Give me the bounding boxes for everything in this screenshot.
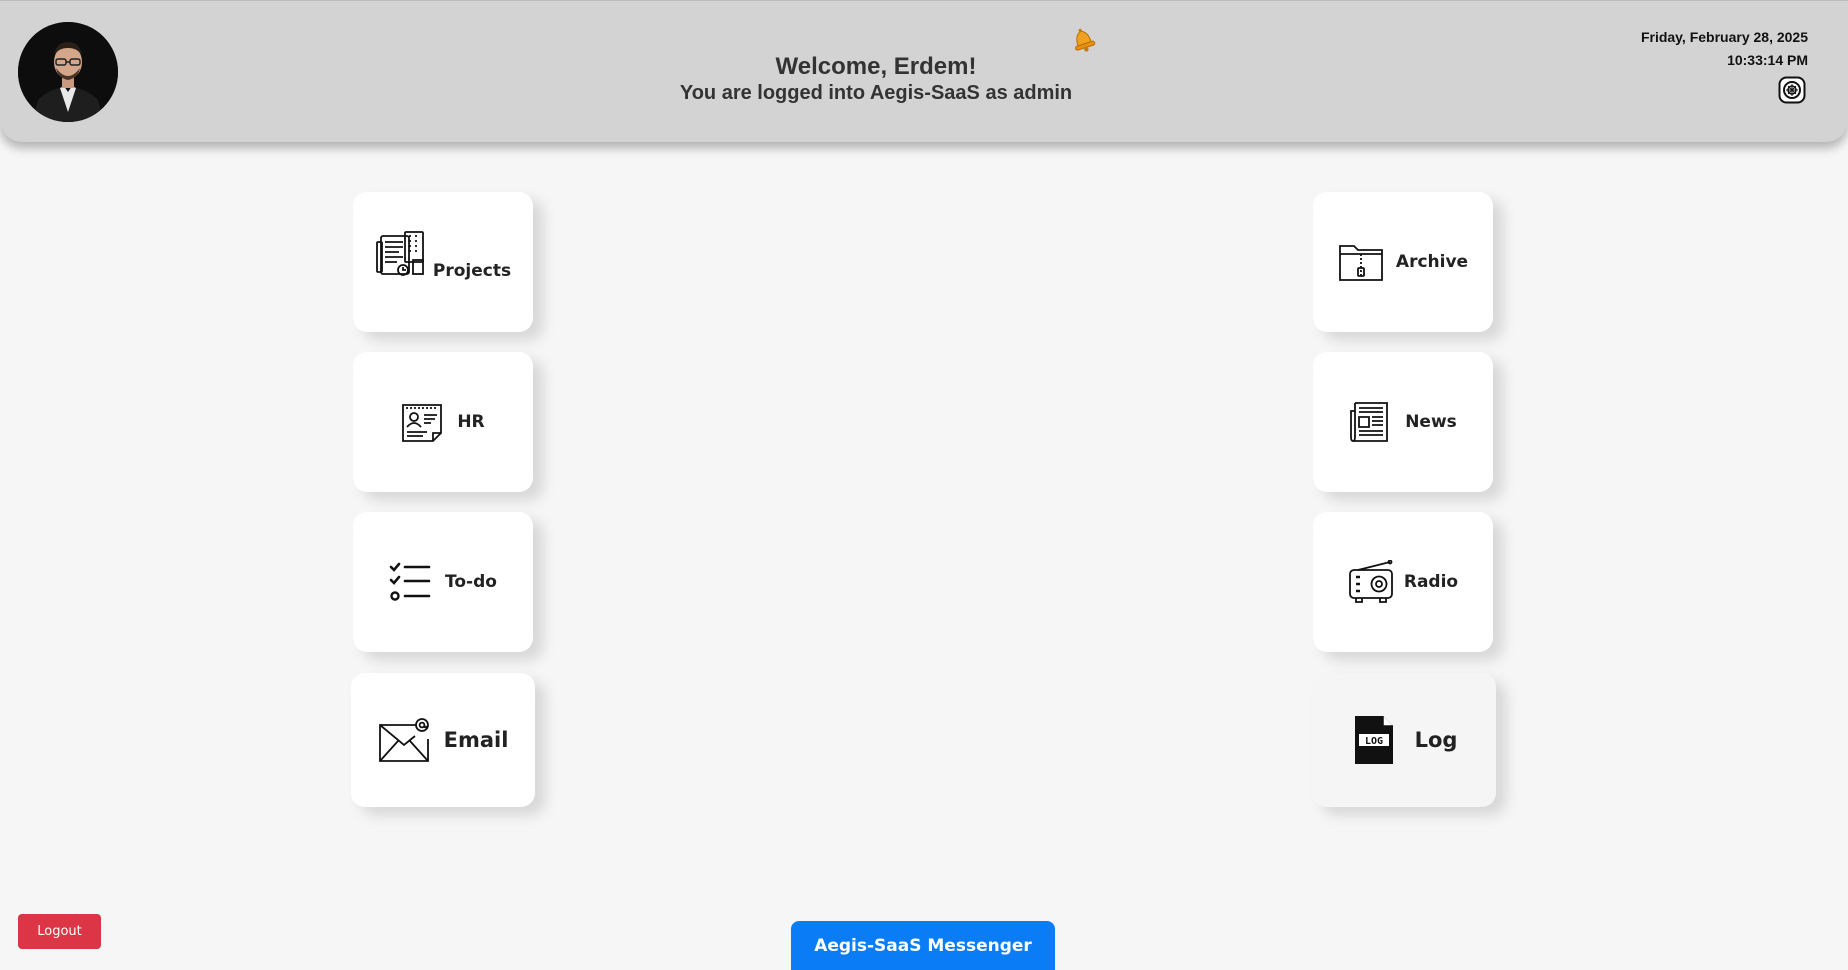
projects-tile[interactable]: Projects <box>353 192 533 332</box>
notification-bell-icon[interactable] <box>1068 25 1098 53</box>
welcome-heading: Welcome, Erdem! <box>775 53 977 80</box>
radio-icon <box>1348 560 1393 603</box>
messenger-button[interactable]: Aegis-SaaS Messenger <box>791 921 1055 970</box>
tile-label: Log <box>1414 728 1458 752</box>
login-status-text: You are logged into Aegis-SaaS as admin <box>679 82 1073 104</box>
current-date: Friday, February 28, 2025 <box>1640 29 1808 45</box>
news-tile[interactable]: News <box>1313 352 1493 492</box>
tile-label: HR <box>457 412 485 432</box>
tile-label: Projects <box>432 261 512 281</box>
logout-button[interactable]: Logout <box>18 914 101 949</box>
email-tile[interactable]: Email <box>351 673 535 807</box>
tile-label: Email <box>443 728 509 752</box>
checklist-icon <box>389 562 431 601</box>
newspaper-icon <box>1350 402 1389 442</box>
header-bar: Welcome, Erdem! You are logged into Aegi… <box>0 0 1848 142</box>
email-icon <box>378 718 429 762</box>
hr-id-card-icon <box>402 404 443 442</box>
todo-tile[interactable]: To-do <box>353 512 533 652</box>
log-file-icon: LOG <box>1354 716 1393 764</box>
tile-label: Archive <box>1395 252 1469 272</box>
projects-icon <box>375 231 424 276</box>
archive-folder-icon <box>1339 245 1383 281</box>
archive-tile[interactable]: Archive <box>1313 192 1493 332</box>
tile-label: Radio <box>1403 572 1459 592</box>
radio-tile[interactable]: Radio <box>1313 512 1493 652</box>
settings-icon[interactable] <box>1778 76 1806 104</box>
log-icon-text: LOG <box>1365 736 1383 747</box>
current-time: 10:33:14 PM <box>1727 52 1808 68</box>
tile-label: News <box>1405 412 1457 432</box>
hr-tile[interactable]: HR <box>353 352 533 492</box>
log-tile[interactable]: LOG Log <box>1312 673 1496 807</box>
tile-label: To-do <box>445 572 497 592</box>
